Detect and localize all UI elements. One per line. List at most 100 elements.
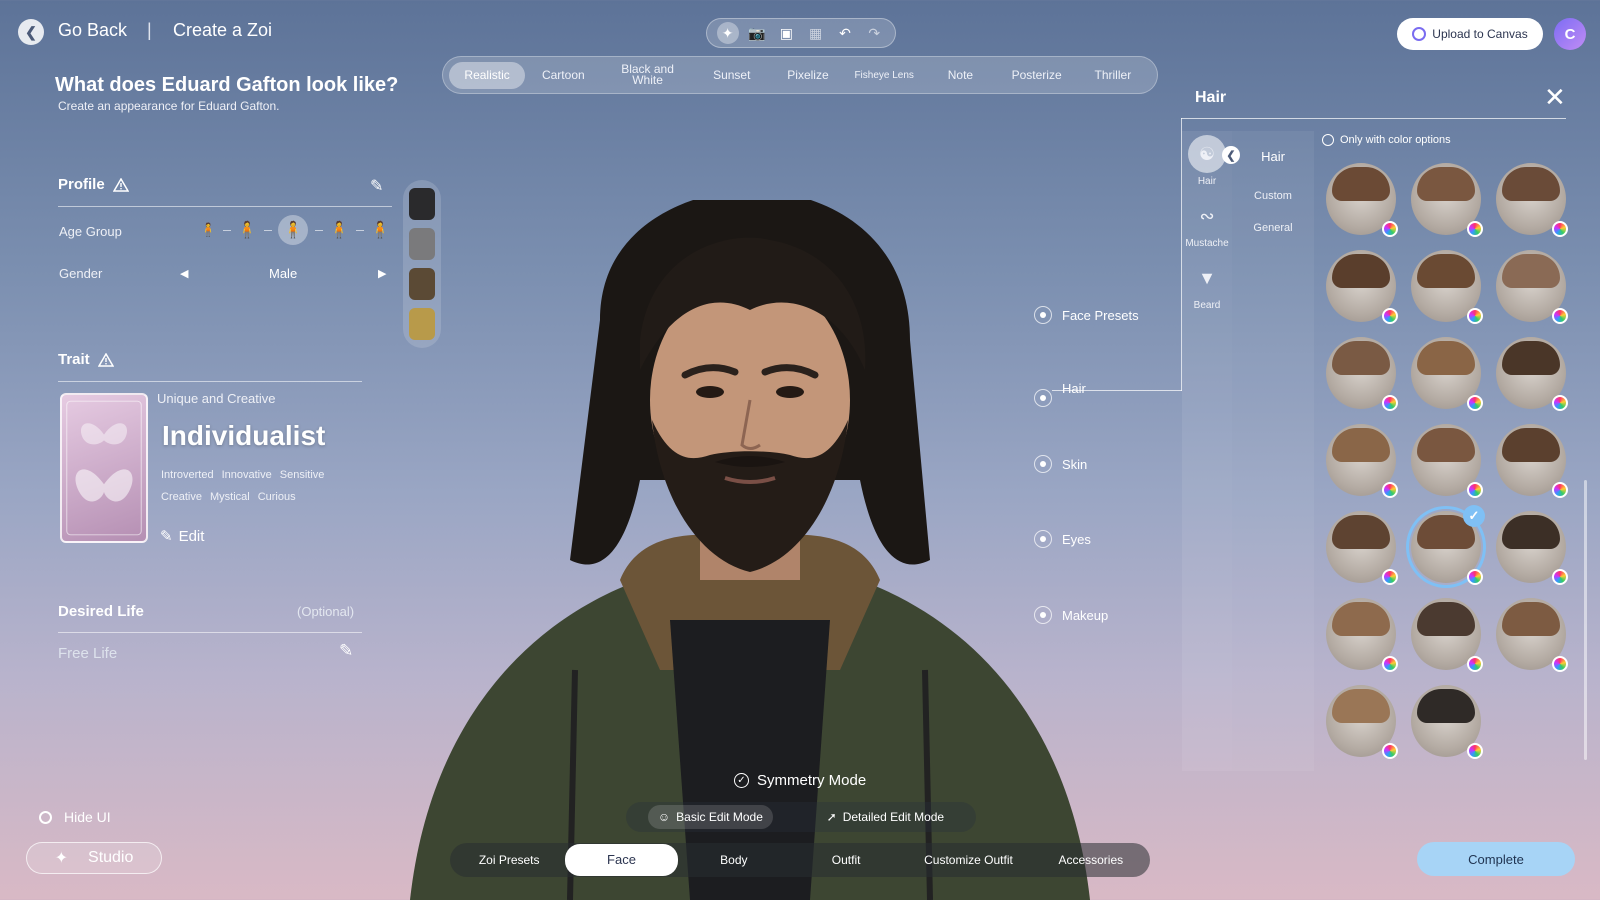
filter-note[interactable]: Note — [922, 69, 998, 81]
edit-profile-icon[interactable]: ✎ — [370, 176, 383, 196]
hair-style-preview — [1417, 341, 1475, 375]
redo-icon[interactable]: ↷ — [863, 22, 885, 44]
tab-face[interactable]: Face — [565, 844, 678, 876]
hair-style-option[interactable] — [1411, 685, 1483, 759]
tab-zoi-presets[interactable]: Zoi Presets — [453, 854, 565, 866]
edit-desired-life-icon[interactable]: ✎ — [339, 641, 353, 661]
tab-accessories[interactable]: Accessories — [1035, 854, 1147, 866]
age-group-label: Age Group — [59, 224, 122, 239]
hair-style-option[interactable] — [1326, 685, 1398, 759]
optional-label: (Optional) — [297, 604, 355, 619]
sparkle-icon[interactable]: ✦ — [716, 22, 739, 44]
category-label: Face Presets — [1062, 307, 1139, 323]
hair-style-option[interactable] — [1326, 163, 1398, 237]
tab-customize-outfit[interactable]: Customize Outfit — [902, 854, 1034, 866]
symmetry-label: Symmetry Mode — [757, 772, 867, 789]
color-options-filter[interactable]: Only with color options — [1322, 134, 1451, 146]
type-mustache[interactable]: ∾ Mustache — [1182, 197, 1232, 250]
age-middle-icon[interactable]: 🧍 — [329, 220, 349, 240]
hair-style-option[interactable] — [1496, 163, 1568, 237]
hair-style-option[interactable] — [1326, 424, 1398, 498]
hair-style-option[interactable] — [1411, 424, 1483, 498]
avatar[interactable]: C — [1554, 18, 1586, 50]
hair-style-option[interactable] — [1411, 337, 1483, 411]
frame-icon[interactable]: ▦ — [805, 22, 827, 44]
hair-style-option[interactable] — [1496, 337, 1568, 411]
hair-style-option[interactable] — [1496, 250, 1568, 324]
edit-icon: ✎ — [160, 528, 173, 545]
chevron-left-icon: ❮ — [25, 23, 37, 40]
gender-prev-icon[interactable]: ◀ — [180, 267, 188, 280]
undo-icon[interactable]: ↶ — [834, 22, 856, 44]
tab-outfit[interactable]: Outfit — [790, 854, 902, 866]
tab-body[interactable]: Body — [678, 854, 790, 866]
scrollbar[interactable] — [1584, 480, 1587, 760]
category-label: Hair — [1062, 380, 1086, 396]
category-skin[interactable]: Skin — [1034, 455, 1087, 473]
color-wheel-icon — [1382, 308, 1398, 324]
hair-style-option[interactable]: ✓ — [1406, 505, 1486, 588]
age-child-icon[interactable]: 🧍 — [237, 220, 257, 240]
trait-divider — [58, 381, 362, 382]
subcategory-general[interactable]: General — [1232, 222, 1314, 234]
category-hair[interactable]: Hair — [1034, 369, 1086, 407]
filter-pixelize[interactable]: Pixelize — [770, 69, 846, 81]
focus-icon[interactable]: ▣ — [775, 22, 797, 44]
trait-tags-row-2: Creative Mystical Curious — [161, 491, 296, 503]
go-back-button[interactable]: ❮ — [18, 19, 44, 45]
color-wheel-icon — [1467, 308, 1483, 324]
hair-style-option[interactable] — [1326, 511, 1398, 585]
camera-icon[interactable]: 📷 — [746, 22, 768, 44]
detailed-edit-mode-button[interactable]: ➚ Detailed Edit Mode — [817, 805, 954, 829]
filter-cartoon[interactable]: Cartoon — [525, 69, 601, 81]
filter-realistic[interactable]: Realistic — [449, 61, 526, 89]
hair-style-option[interactable] — [1496, 511, 1568, 585]
filter-thriller[interactable]: Thriller — [1075, 69, 1151, 81]
filter-posterize[interactable]: Posterize — [999, 69, 1075, 81]
hair-style-option[interactable] — [1496, 424, 1568, 498]
edit-trait-label: Edit — [178, 527, 205, 545]
type-beard[interactable]: ▼ Beard — [1182, 259, 1232, 312]
filter-fisheye-lens[interactable]: Fisheye Lens — [846, 70, 922, 81]
age-adult-icon[interactable]: 🧍 — [278, 215, 309, 245]
radio-icon — [39, 810, 52, 824]
hair-style-option[interactable] — [1326, 598, 1398, 672]
hair-style-preview — [1332, 341, 1390, 375]
trait-tag: Innovative — [221, 469, 272, 481]
hair-panel-title: Hair — [1195, 89, 1227, 106]
go-back-label[interactable]: Go Back — [58, 20, 127, 41]
hair-style-preview — [1502, 341, 1560, 375]
hair-style-option[interactable] — [1326, 337, 1398, 411]
profile-heading: Profile — [58, 176, 129, 193]
close-icon[interactable]: ✕ — [1544, 84, 1566, 110]
hair-style-option[interactable] — [1411, 250, 1483, 324]
age-group-selector[interactable]: 🧍 🧍 🧍 🧍 🧍 — [200, 215, 390, 245]
upload-to-canvas-button[interactable]: Upload to Canvas — [1397, 18, 1543, 50]
hair-style-option[interactable] — [1411, 598, 1483, 672]
hair-style-option[interactable] — [1326, 250, 1398, 324]
page-title: Create a Zoi — [173, 20, 273, 40]
hair-style-option[interactable] — [1411, 163, 1483, 237]
category-label: Makeup — [1062, 607, 1109, 623]
filter-black-and-white[interactable]: Black and White — [601, 63, 693, 86]
character-preview[interactable] — [370, 190, 1130, 900]
complete-button[interactable]: Complete — [1417, 842, 1575, 876]
category-makeup[interactable]: Makeup — [1034, 606, 1108, 624]
basic-edit-mode-button[interactable]: ☺ Basic Edit Mode — [647, 805, 773, 829]
studio-button[interactable]: ✦ Studio — [26, 842, 162, 874]
age-toddler-icon[interactable]: 🧍 — [200, 222, 216, 238]
category-face-presets[interactable]: Face Presets — [1034, 306, 1139, 324]
hide-ui-toggle[interactable]: Hide UI — [39, 809, 111, 825]
beard-icon: ▼ — [1198, 267, 1216, 288]
hair-subcategory-column: Hair Custom General — [1232, 131, 1314, 771]
edit-trait-button[interactable]: ✎ Edit — [160, 527, 205, 546]
color-wheel-icon — [1552, 569, 1568, 585]
color-wheel-icon — [1382, 743, 1398, 759]
filter-sunset[interactable]: Sunset — [694, 69, 770, 81]
symmetry-mode-toggle[interactable]: ✓ Symmetry Mode — [734, 772, 866, 789]
category-eyes[interactable]: Eyes — [1034, 530, 1091, 548]
hair-style-preview — [1332, 167, 1390, 201]
camera-toolbar: ✦ 📷 ▣ ▦ ↶ ↷ — [706, 18, 896, 48]
subcategory-custom[interactable]: Custom — [1232, 190, 1314, 202]
hair-style-option[interactable] — [1496, 598, 1568, 672]
